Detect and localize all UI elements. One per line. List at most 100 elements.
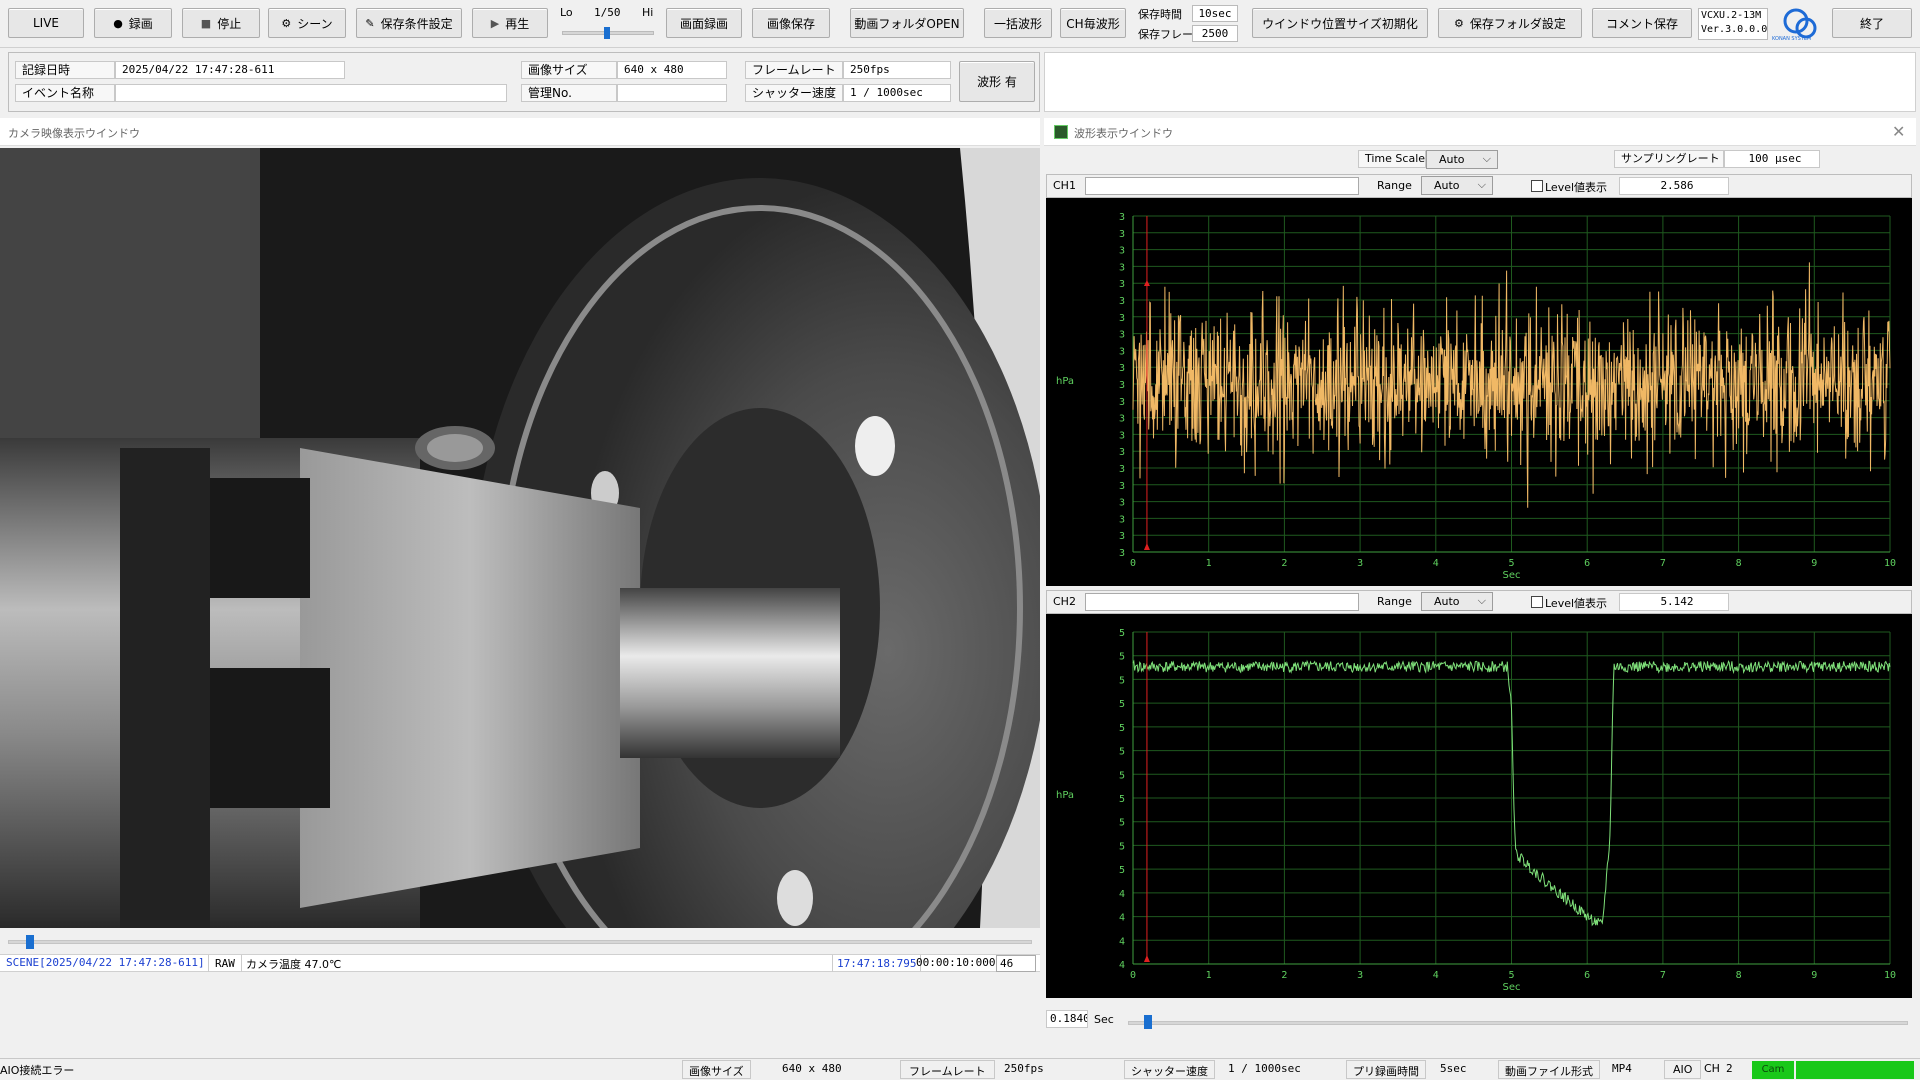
y-tick-label: 5 [1119,770,1125,781]
save-folder-setting-button[interactable]: ⚙ 保存フォルダ設定 [1438,8,1582,38]
status-image-size-value: 640 x 480 [782,1062,842,1075]
x-tick-label: 4 [1433,970,1439,981]
waveform-presence-button[interactable]: 波形 有 [959,61,1035,102]
waveform-seek-bar[interactable] [1128,1021,1908,1025]
time-readout: 17:47:18:795 [832,955,922,972]
x-axis-label: Sec [1503,570,1521,581]
brush-icon: ✎ [365,16,375,30]
camera-seek-bar[interactable] [8,940,1032,944]
play-button[interactable]: ▶ 再生 [472,8,548,38]
gear-icon: ⚙ [1454,16,1464,30]
video-folder-open-button[interactable]: 動画フォルダOPEN [850,8,964,38]
x-axis-label: Sec [1503,982,1521,993]
x-tick-label: 5 [1508,558,1514,569]
ch2-plot[interactable]: 5 5 5 5 5 5 5 5 5 5 5 4 4 4 4 0 1 2 3 4 5 6 7 8 9 10 Sec hPa [1046,614,1912,998]
cursor-time-value: 0.1840 [1046,1010,1088,1028]
x-tick-label: 1 [1206,970,1212,981]
toolbar: LIVE ● 録画 ■ 停止 ⚙ シーン ✎ 保存条件設定 ▶ 再生 Lo 1/50 Hi… [0,0,1920,48]
window-reset-button[interactable]: ウインドウ位置サイズ初期化 [1252,8,1428,38]
record-icon: ● [113,16,123,30]
save-folder-setting-label: 保存フォルダ設定 [1469,16,1566,31]
camera-seek-thumb[interactable] [26,935,34,949]
ch2-level-checkbox[interactable] [1531,596,1543,608]
status-pre-record-value: 5sec [1440,1062,1467,1075]
y-tick-label: 3 [1119,212,1125,223]
y-tick-label: 3 [1119,548,1125,559]
ch2-input[interactable] [1085,593,1359,611]
y-axis-label: hPa [1056,790,1074,801]
camera-image[interactable] [0,148,1040,928]
image-size-label: 画像サイズ [521,61,617,79]
status-shutter-value: 1 / 1000sec [1228,1062,1301,1075]
y-tick-label: 3 [1119,447,1125,458]
live-button[interactable]: LIVE [8,8,84,38]
waveform-seek-thumb[interactable] [1144,1015,1152,1029]
control-no-label: 管理No. [521,84,617,102]
image-save-button[interactable]: 画像保存 [752,8,830,38]
rec-datetime-label: 記録日時 [15,61,115,79]
save-frame-value[interactable]: 2500 [1192,25,1238,42]
screen-record-button[interactable]: 画面録画 [666,8,742,38]
y-tick-label: 3 [1119,430,1125,441]
y-tick-label: 5 [1119,747,1125,758]
ch2-range-select[interactable]: Auto [1421,592,1493,611]
y-tick-label: 3 [1119,481,1125,492]
version-box: VCXU.2-13M Ver.3.0.0.0 [1698,8,1768,40]
time-cursor-marker [1143,543,1150,550]
y-tick-label: 5 [1119,652,1125,663]
play-icon: ▶ [490,16,500,30]
comment-save-label: コメント保存 [1605,16,1678,31]
ch-waveform-button[interactable]: CH毎波形 [1060,8,1126,38]
event-name-input[interactable] [115,84,507,102]
raw-badge: RAW [208,955,242,972]
ch2-level-label: Level値表示 [1545,597,1608,610]
scene-button[interactable]: ⚙ シーン [268,8,346,38]
y-tick-label: 4 [1119,960,1125,971]
status-ch-value: 2 [1726,1062,1733,1075]
x-tick-label: 3 [1357,970,1363,981]
frame-number-input[interactable]: 46 [996,955,1036,972]
time-scale-select[interactable]: Auto [1426,150,1498,169]
batch-waveform-button[interactable]: 一括波形 [984,8,1052,38]
status-image-size-label: 画像サイズ [682,1060,751,1079]
company-logo-text: KONAN SYSTEM [1772,36,1812,42]
speed-slider-thumb[interactable] [604,27,610,39]
close-icon[interactable]: ✕ [1892,122,1905,141]
batch-waveform-label: 一括波形 [993,16,1042,31]
camera-temp-text: カメラ温度 47.0℃ [246,958,342,971]
window-reset-label: ウインドウ位置サイズ初期化 [1262,16,1418,31]
rec-datetime-value: 2025/04/22 17:47:28-611 [115,61,345,79]
ch2-range-label: Range [1377,595,1412,608]
time-cursor-marker [1143,955,1150,962]
cursor-time-unit: Sec [1094,1013,1114,1026]
elapsed-readout: 00:00:10:000 [916,956,996,969]
control-no-input[interactable] [617,84,727,102]
stop-button[interactable]: ■ 停止 [182,8,260,38]
ch1-plot[interactable]: 3 3 3 3 3 3 3 3 3 3 3 3 3 3 3 3 3 3 3 3 3 0 1 2 3 4 5 6 7 8 9 10 Sec hPa [1046,198,1912,586]
event-name-label: イベント名称 [15,84,115,102]
save-time-value[interactable]: 10sec [1192,5,1238,22]
image-save-label: 画像保存 [766,16,815,31]
y-tick-label: 3 [1119,514,1125,525]
comment-save-button[interactable]: コメント保存 [1592,8,1692,38]
y-axis-label: hPa [1056,376,1074,387]
record-button[interactable]: ● 録画 [94,8,172,38]
speed-hi-label: Hi [642,6,654,19]
y-tick-label: 3 [1119,363,1125,374]
exit-button[interactable]: 終了 [1832,8,1912,38]
ch2-name: CH2 [1053,595,1076,608]
scene-label: シーン [297,16,333,31]
save-condition-button[interactable]: ✎ 保存条件設定 [356,8,462,38]
frame-rate-value: 250fps [843,61,951,79]
x-tick-label: 4 [1433,558,1439,569]
y-tick-label: 3 [1119,330,1125,341]
aio-error-text: AIO接続エラー [0,1064,75,1077]
stop-icon: ■ [200,16,212,30]
sampling-rate-label: サンプリングレート [1614,150,1724,168]
live-label: LIVE [32,16,59,30]
y-tick-label: 3 [1119,246,1125,257]
ch1-range-select[interactable]: Auto [1421,176,1493,195]
y-tick-label: 5 [1119,628,1125,639]
ch1-input[interactable] [1085,177,1359,195]
ch1-level-checkbox[interactable] [1531,180,1543,192]
